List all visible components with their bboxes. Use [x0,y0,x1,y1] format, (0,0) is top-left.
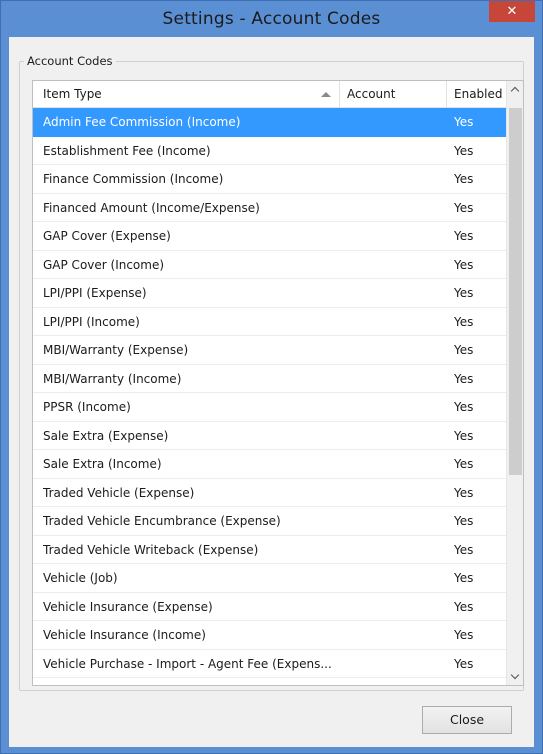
cell-item-type: Sale Extra (Expense) [43,428,169,443]
cell-item-type: GAP Cover (Income) [43,257,165,272]
table-row[interactable]: Vehicle Purchase - Import - Cost of Vehi… [33,678,507,685]
table-row[interactable]: MBI/Warranty (Income) Yes [33,365,507,393]
cell-enabled: Yes [454,257,474,272]
cell-item-type: GAP Cover (Expense) [43,229,171,243]
sort-ascending-icon [321,92,331,97]
close-icon: ✕ [506,4,518,19]
cell-enabled: Yes [454,571,474,585]
cell-enabled: Yes [454,314,474,329]
cell-enabled: Yes [454,599,474,614]
column-header-item-type[interactable]: Item Type [33,81,340,107]
cell-enabled: Yes [454,343,474,357]
column-header-account-label: Account [347,87,396,101]
table-row[interactable]: PPSR (Income) Yes [33,393,507,422]
cell-enabled: Yes [454,229,474,243]
cell-item-type: LPI/PPI (Income) [43,314,140,329]
cell-item-type: Vehicle (Job) [43,571,118,585]
cell-enabled: Yes [454,457,474,471]
table-row[interactable]: Financed Amount (Income/Expense) Yes [33,194,507,222]
cell-item-type: Establishment Fee (Income) [43,143,211,158]
grid-header: Item Type Account Enabled [33,81,523,108]
cell-item-type: Financed Amount (Income/Expense) [43,200,260,215]
cell-item-type: Vehicle Insurance (Expense) [43,599,213,614]
table-row[interactable]: Admin Fee Commission (Income) Yes [33,108,507,137]
cell-enabled: Yes [454,656,474,671]
cell-item-type: Traded Vehicle (Expense) [43,485,195,500]
cell-item-type: Traded Vehicle Encumbrance (Expense) [43,514,281,528]
cell-enabled: Yes [454,628,474,642]
window-title: Settings - Account Codes [162,9,381,29]
scroll-down-button[interactable] [507,668,523,685]
cell-enabled: Yes [454,514,474,528]
cell-enabled: Yes [454,371,474,386]
cell-enabled: Yes [454,200,474,215]
cell-item-type: Sale Extra (Income) [43,457,162,471]
groupbox-legend: Account Codes [24,54,116,68]
cell-enabled: Yes [454,400,474,414]
table-row[interactable]: GAP Cover (Expense) Yes [33,222,507,251]
cell-enabled: Yes [454,428,474,443]
cell-item-type: Vehicle Purchase - Import - Agent Fee (E… [43,656,332,671]
title-bar[interactable]: Settings - Account Codes ✕ [1,1,542,37]
table-row[interactable]: Vehicle (Job) Yes [33,564,507,593]
column-header-account[interactable]: Account [340,81,447,107]
table-row[interactable]: Sale Extra (Expense) Yes [33,422,507,450]
chevron-up-icon [510,86,520,96]
scrollbar-thumb[interactable] [509,108,522,475]
account-codes-grid[interactable]: Item Type Account Enabled Admin Fee Comm… [32,80,524,686]
cell-enabled: Yes [454,143,474,158]
cell-item-type: Admin Fee Commission (Income) [43,115,241,129]
cell-enabled: Yes [454,542,474,557]
table-row[interactable]: Vehicle Purchase - Import - Agent Fee (E… [33,650,507,678]
table-row[interactable]: Sale Extra (Income) Yes [33,450,507,479]
cell-enabled: Yes [454,172,474,186]
cell-item-type: PPSR (Income) [43,400,131,414]
cell-item-type: Vehicle Insurance (Income) [43,628,206,642]
cell-item-type: MBI/Warranty (Income) [43,371,182,386]
column-header-enabled-label: Enabled [454,87,503,101]
table-row[interactable]: LPI/PPI (Expense) Yes [33,279,507,308]
table-row[interactable]: LPI/PPI (Income) Yes [33,308,507,336]
cell-item-type: Vehicle Purchase - Import - Cost of Vehi… [43,678,338,685]
scroll-up-button[interactable] [507,81,523,98]
table-row[interactable]: Vehicle Insurance (Income) Yes [33,621,507,650]
chevron-down-icon [510,670,520,680]
table-row[interactable]: Traded Vehicle Writeback (Expense) Yes [33,536,507,564]
cell-item-type: MBI/Warranty (Expense) [43,343,189,357]
column-header-enabled[interactable]: Enabled [447,81,510,107]
cell-item-type: Finance Commission (Income) [43,172,224,186]
cell-enabled: Yes [454,286,474,300]
table-row[interactable]: Establishment Fee (Income) Yes [33,137,507,165]
dialog-body: Account Codes Item Type Account Enabled … [9,37,534,747]
table-row[interactable]: Finance Commission (Income) Yes [33,165,507,194]
close-button[interactable]: Close [422,706,512,734]
table-row[interactable]: Traded Vehicle (Expense) Yes [33,479,507,507]
vertical-scrollbar[interactable] [506,81,523,685]
table-row[interactable]: Traded Vehicle Encumbrance (Expense) Yes [33,507,507,536]
cell-enabled: Yes [454,485,474,500]
window-close-button[interactable]: ✕ [489,1,535,22]
grid-rows: Admin Fee Commission (Income) Yes Establis… [33,108,507,685]
table-row[interactable]: Vehicle Insurance (Expense) Yes [33,593,507,621]
table-row[interactable]: MBI/Warranty (Expense) Yes [33,336,507,365]
cell-enabled: Yes [454,678,504,685]
cell-enabled: Yes [454,115,474,129]
column-header-item-type-label: Item Type [43,87,102,101]
table-row[interactable]: GAP Cover (Income) Yes [33,251,507,279]
cell-item-type: LPI/PPI (Expense) [43,286,147,300]
settings-window: Settings - Account Codes ✕ Account Codes… [0,0,543,754]
cell-item-type: Traded Vehicle Writeback (Expense) [43,542,259,557]
